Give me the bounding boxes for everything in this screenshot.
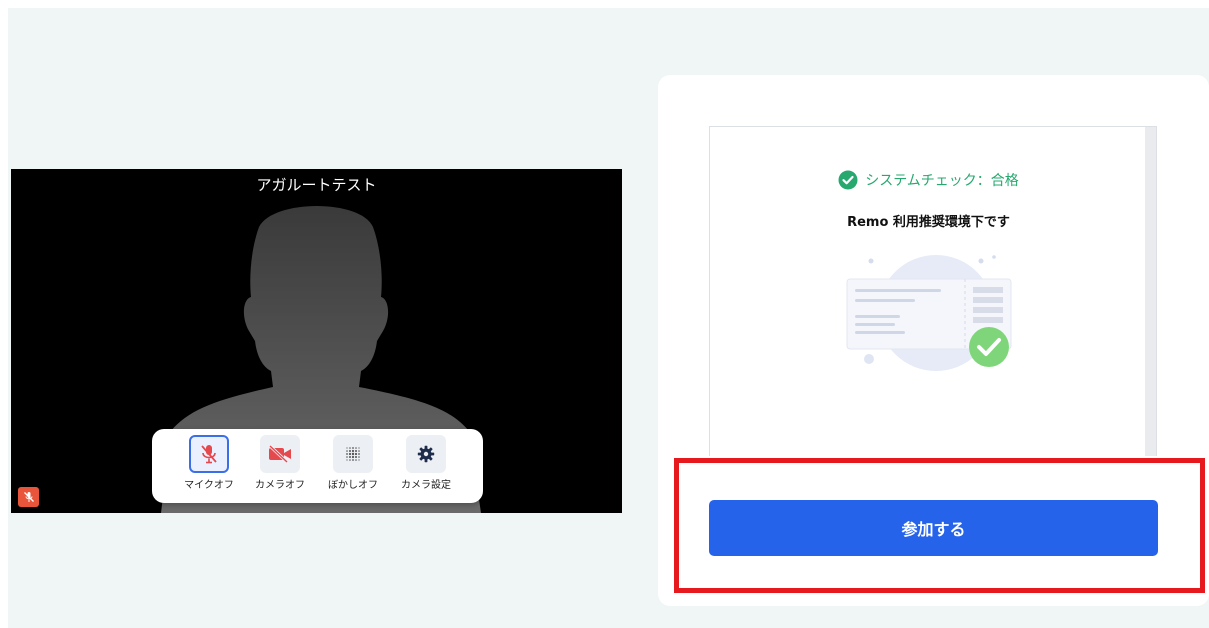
camera-settings-label: カメラ設定 [401, 480, 451, 491]
blur-toggle-button[interactable] [333, 435, 373, 473]
mic-toggle-label: マイクオフ [184, 480, 234, 491]
camera-settings-button[interactable] [406, 435, 446, 473]
system-check-card: システムチェック：合格 Remo 利用推奨環境下です [709, 126, 1157, 456]
mic-toggle[interactable]: マイクオフ [173, 429, 245, 503]
join-button[interactable]: 参加する [709, 500, 1158, 556]
system-check-status-text: システムチェック：合格 [865, 173, 1019, 189]
blur-toggle[interactable]: ぼかしオフ [317, 429, 389, 503]
camera-toggle[interactable]: カメラオフ [244, 429, 316, 503]
mic-toggle-button[interactable] [189, 435, 229, 473]
camera-toggle-button[interactable] [260, 435, 300, 473]
camera-settings[interactable]: カメラ設定 [390, 429, 462, 503]
gear-icon [417, 445, 435, 463]
mic-off-icon [201, 445, 217, 464]
system-check-status: システムチェック：合格 [710, 170, 1147, 190]
system-check-message: Remo 利用推奨環境下です [847, 215, 1010, 230]
camera-off-icon [268, 444, 291, 464]
blur-toggle-label: ぼかしオフ [328, 480, 378, 491]
check-circle-icon [838, 170, 858, 190]
ticket-check-illustration [846, 255, 1012, 371]
media-controls-bar: マイクオフ カメラオフ ぼかしオフ カメラ設定 [152, 429, 483, 503]
mic-muted-indicator [18, 487, 39, 507]
blur-icon [346, 447, 360, 461]
mic-off-icon [23, 492, 34, 502]
participant-name: アガルートテスト [256, 176, 377, 194]
camera-toggle-label: カメラオフ [255, 480, 305, 491]
